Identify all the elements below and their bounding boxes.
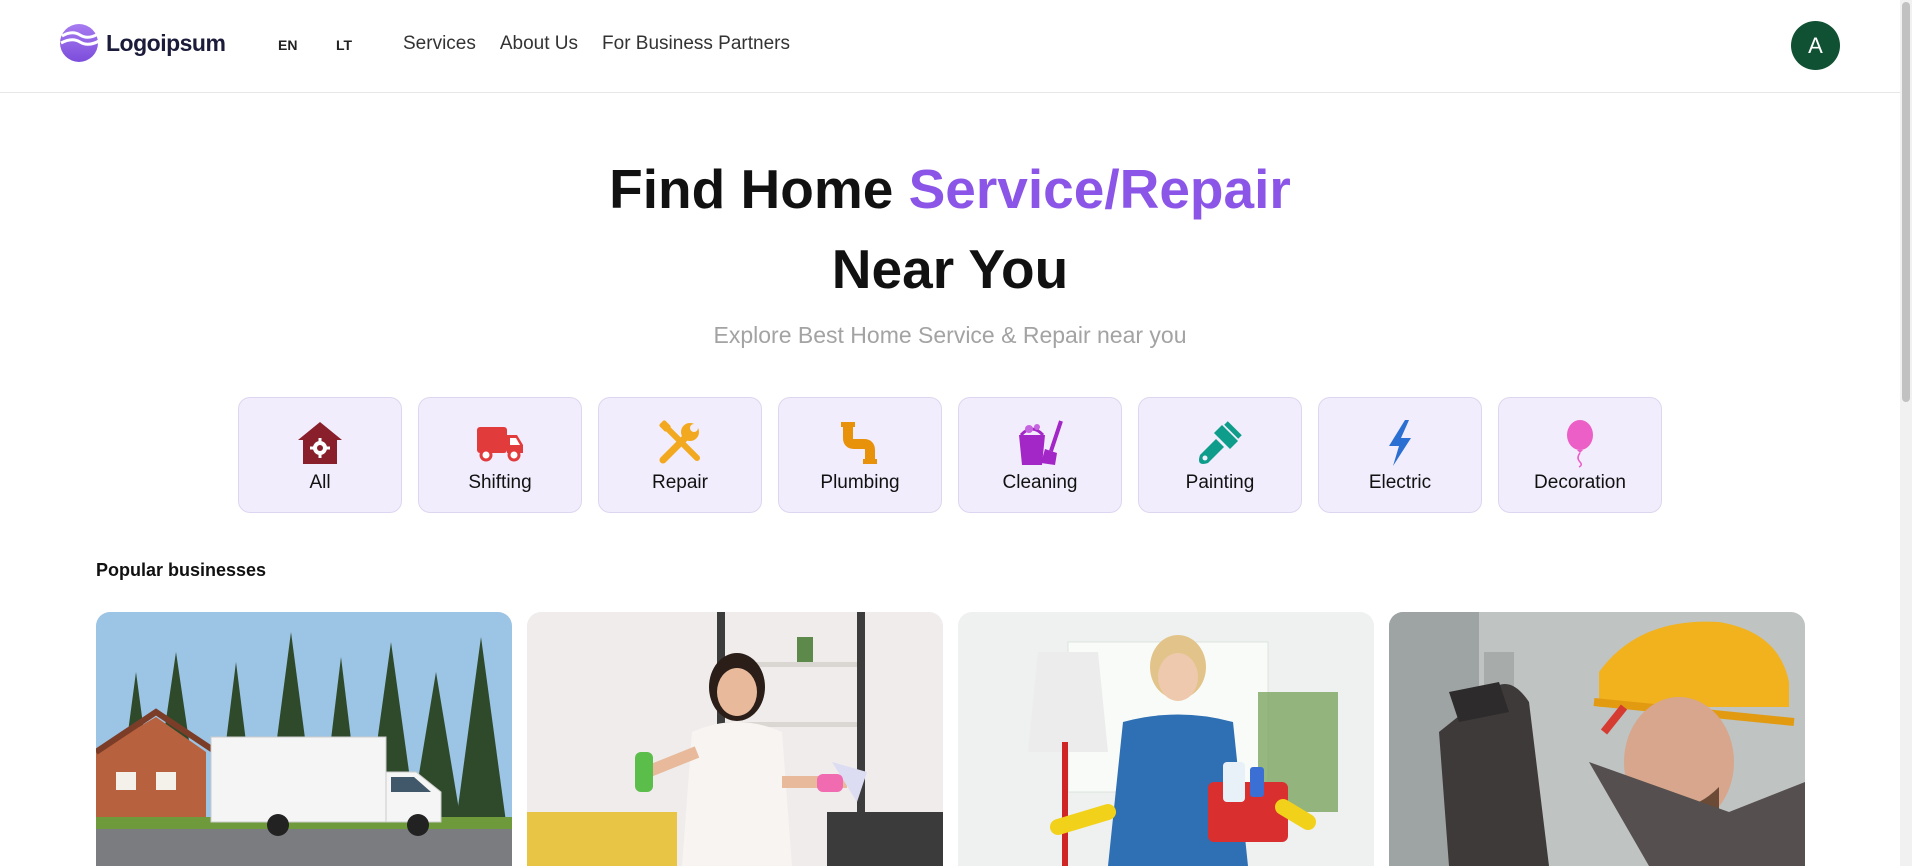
- category-shifting[interactable]: Shifting: [418, 397, 582, 513]
- popular-businesses-title: Popular businesses: [96, 560, 267, 580]
- truck-icon: [475, 418, 525, 468]
- hero-title-line2: Near You: [831, 238, 1069, 300]
- woman-with-mop-and-cleaning-supplies-photo: [958, 612, 1374, 866]
- moving-truck-house-photo: [96, 612, 512, 866]
- nav-services[interactable]: Services: [403, 33, 476, 55]
- category-label: Plumbing: [820, 472, 900, 493]
- category-cleaning[interactable]: Cleaning: [958, 397, 1122, 513]
- woman-cleaning-living-room-photo: [527, 612, 943, 866]
- language-lt[interactable]: LT: [336, 37, 352, 53]
- nav-about-us[interactable]: About Us: [500, 33, 578, 55]
- category-label: Shifting: [468, 472, 532, 493]
- logo[interactable]: Logoipsum: [58, 22, 226, 64]
- pipe-icon: [835, 418, 885, 468]
- house-gear-icon: [295, 418, 345, 468]
- category-electric[interactable]: Electric: [1318, 397, 1482, 513]
- business-card[interactable]: [96, 612, 512, 866]
- hero-title-line1: Find Home Service/Repair: [0, 149, 1900, 229]
- business-card[interactable]: [958, 612, 1374, 866]
- top-header: Logoipsum EN LT Services About Us For Bu…: [0, 0, 1900, 93]
- category-label: Painting: [1185, 472, 1255, 493]
- category-label: Repair: [652, 472, 708, 493]
- hero-title-accent: Service/Repair: [908, 158, 1291, 220]
- business-card-list: [96, 612, 1805, 866]
- lightning-icon: [1375, 418, 1425, 468]
- balloon-icon: [1555, 418, 1605, 468]
- category-list: All Shifting Repair Plumbing Cleaning Pa…: [238, 397, 1662, 513]
- category-plumbing[interactable]: Plumbing: [778, 397, 942, 513]
- language-en[interactable]: EN: [278, 37, 297, 53]
- paint-brush-icon: [1195, 418, 1245, 468]
- category-label: Cleaning: [1002, 472, 1078, 493]
- bucket-broom-icon: [1015, 418, 1065, 468]
- business-card[interactable]: [1389, 612, 1805, 866]
- category-label: All: [309, 472, 331, 493]
- category-all[interactable]: All: [238, 397, 402, 513]
- category-repair[interactable]: Repair: [598, 397, 762, 513]
- category-label: Decoration: [1534, 472, 1626, 493]
- scrollbar-thumb[interactable]: [1902, 2, 1910, 402]
- business-card[interactable]: [527, 612, 943, 866]
- logo-text: Logoipsum: [106, 29, 226, 56]
- tools-icon: [655, 418, 705, 468]
- electrician-hard-hat-photo: [1389, 612, 1805, 866]
- user-avatar[interactable]: A: [1791, 21, 1840, 70]
- nav-business-partners[interactable]: For Business Partners: [602, 33, 790, 55]
- category-label: Electric: [1368, 472, 1432, 493]
- hero-title-text: Find Home: [609, 158, 909, 220]
- page-scrollbar[interactable]: [1900, 0, 1912, 866]
- category-decoration[interactable]: Decoration: [1498, 397, 1662, 513]
- logo-icon: [60, 24, 100, 62]
- main-nav: Services About Us For Business Partners: [403, 33, 790, 55]
- hero-subtitle: Explore Best Home Service & Repair near …: [713, 322, 1187, 348]
- category-painting[interactable]: Painting: [1138, 397, 1302, 513]
